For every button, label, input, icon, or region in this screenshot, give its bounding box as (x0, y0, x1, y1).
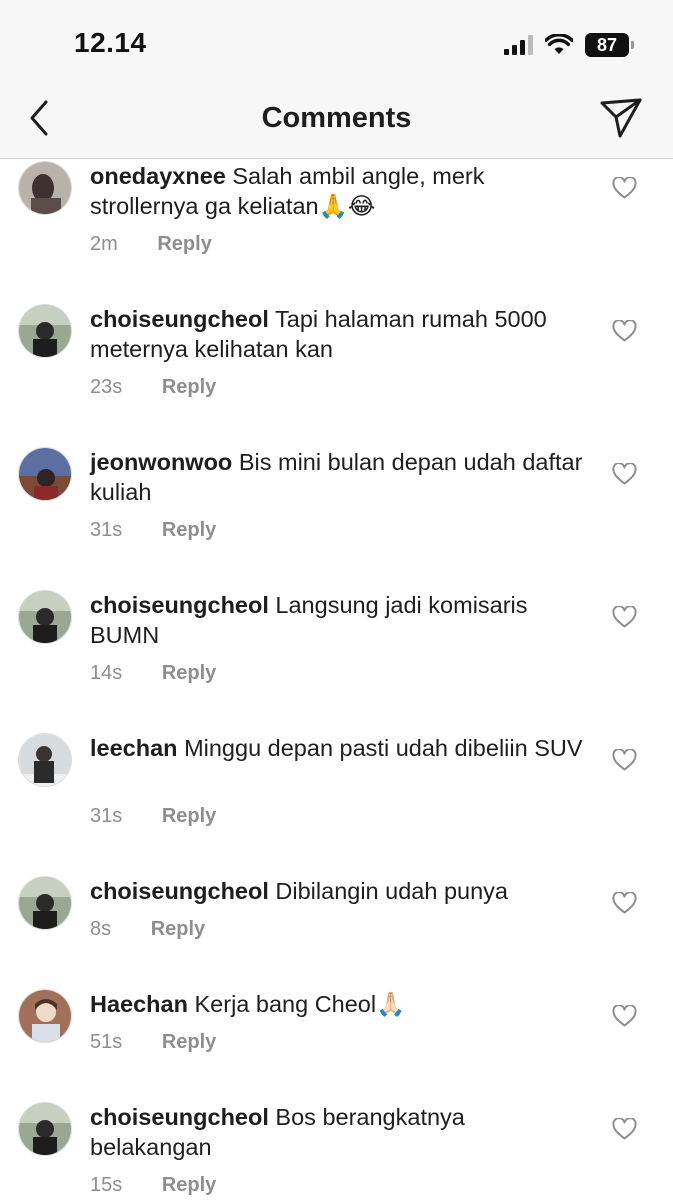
top-bar: 12.14 87 Comments (0, 0, 673, 159)
comment-time: 8s (90, 918, 112, 940)
comment-time: 14s (90, 662, 123, 684)
comment-body: Dibilangin udah punya (275, 878, 508, 904)
comment-meta: 51s Reply (90, 1031, 216, 1054)
avatar-image (19, 305, 71, 357)
battery-icon: 87 (585, 33, 634, 57)
comment-body: Minggu depan pasti udah dibeliin SUV (184, 735, 583, 761)
avatar[interactable] (18, 590, 72, 644)
like-heart-icon[interactable] (612, 1118, 637, 1140)
comment-meta: 23s Reply (90, 376, 216, 399)
comment-username[interactable]: choiseungcheol (90, 306, 269, 332)
reply-button[interactable]: Reply (151, 918, 205, 941)
page-title: Comments (261, 102, 412, 134)
comment-username[interactable]: Haechan (90, 991, 188, 1017)
comment-meta: 15s Reply (90, 1174, 216, 1197)
avatar-image (19, 1103, 71, 1155)
comment-text: onedayxnee Salah ambil angle, merk strol… (90, 161, 590, 221)
avatar[interactable] (18, 1102, 72, 1156)
comment-text: choiseungcheol Dibilangin udah punya (90, 876, 590, 906)
comment-time: 2m (90, 233, 118, 255)
comment-username[interactable]: jeonwonwoo (90, 449, 232, 475)
comment-text: jeonwonwoo Bis mini bulan depan udah daf… (90, 447, 590, 507)
status-icons: 87 (504, 32, 634, 58)
avatar[interactable] (18, 447, 72, 501)
comment-meta: 14s Reply (90, 662, 216, 685)
comment-text: choiseungcheol Tapi halaman rumah 5000 m… (90, 304, 590, 364)
comment-body: Kerja bang Cheol🙏🏻 (194, 991, 406, 1017)
comment-username[interactable]: choiseungcheol (90, 1104, 269, 1130)
comment-meta: 31s Reply (90, 805, 216, 828)
avatar[interactable] (18, 876, 72, 930)
reply-button[interactable]: Reply (157, 233, 211, 256)
like-heart-icon[interactable] (612, 892, 637, 914)
comment-text: choiseungcheol Langsung jadi komisaris B… (90, 590, 590, 650)
comment-username[interactable]: leechan (90, 735, 178, 761)
comment-time: 51s (90, 1031, 123, 1053)
avatar-image (19, 877, 71, 929)
comment-username[interactable]: onedayxnee (90, 163, 226, 189)
like-heart-icon[interactable] (612, 177, 637, 199)
battery-level: 87 (596, 34, 618, 55)
comment-time: 23s (90, 376, 123, 398)
reply-button[interactable]: Reply (162, 805, 216, 828)
cellular-signal-icon (504, 35, 533, 55)
wifi-icon (545, 34, 573, 54)
comment-meta: 8s Reply (90, 918, 205, 941)
avatar-image (19, 990, 71, 1042)
avatar-image (19, 591, 71, 643)
like-heart-icon[interactable] (612, 1005, 637, 1027)
send-icon[interactable] (599, 96, 643, 140)
avatar-image (19, 734, 71, 786)
reply-button[interactable]: Reply (162, 376, 216, 399)
comment-username[interactable]: choiseungcheol (90, 878, 269, 904)
comment-text: Haechan Kerja bang Cheol🙏🏻 (90, 989, 590, 1019)
avatar[interactable] (18, 989, 72, 1043)
comment-time: 31s (90, 519, 123, 541)
avatar[interactable] (18, 161, 72, 215)
reply-button[interactable]: Reply (162, 1174, 216, 1197)
status-time: 12.14 (74, 27, 147, 58)
avatar-image (19, 162, 71, 214)
like-heart-icon[interactable] (612, 463, 637, 485)
avatar-image (19, 448, 71, 500)
comment-time: 15s (90, 1174, 123, 1196)
avatar[interactable] (18, 304, 72, 358)
like-heart-icon[interactable] (612, 606, 637, 628)
comment-username[interactable]: choiseungcheol (90, 592, 269, 618)
comment-time: 31s (90, 805, 123, 827)
comment-text: leechan Minggu depan pasti udah dibeliin… (90, 733, 590, 763)
like-heart-icon[interactable] (612, 749, 637, 771)
reply-button[interactable]: Reply (162, 662, 216, 685)
comment-meta: 31s Reply (90, 519, 216, 542)
like-heart-icon[interactable] (612, 320, 637, 342)
comment-meta: 2m Reply (90, 233, 212, 256)
avatar[interactable] (18, 733, 72, 787)
reply-button[interactable]: Reply (162, 519, 216, 542)
reply-button[interactable]: Reply (162, 1031, 216, 1054)
comment-text: choiseungcheol Bos berangkatnya belakang… (90, 1102, 590, 1162)
